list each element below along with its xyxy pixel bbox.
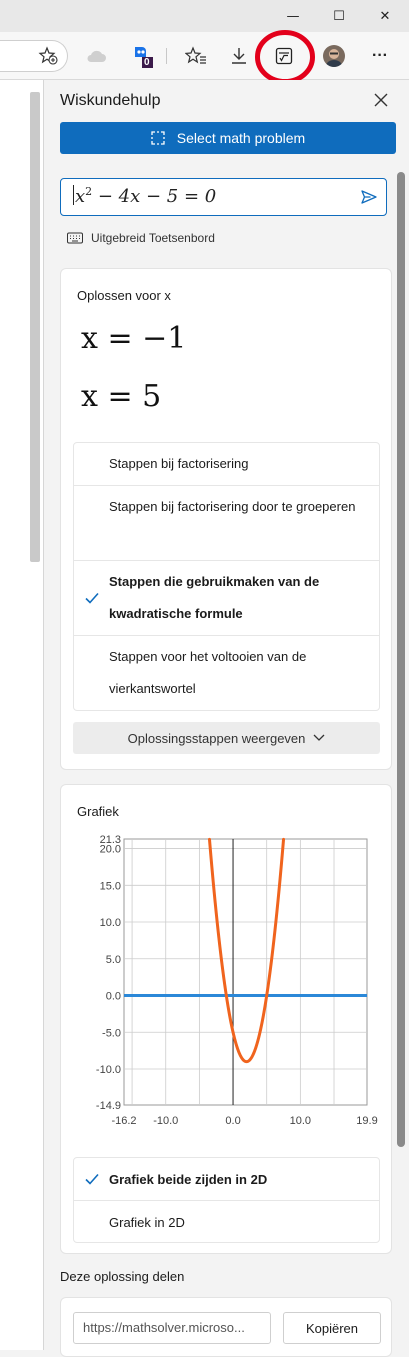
y-tick-label: -10.0: [96, 1064, 121, 1076]
solution-methods-list: Stappen bij factorisering Stappen bij fa…: [73, 442, 380, 711]
keyboard-icon: [67, 232, 83, 244]
solution-1: x = −1: [81, 321, 187, 356]
equation-input[interactable]: x2 − 4x − 5 = 0: [60, 178, 387, 216]
sidebar-title: Wiskundehulp: [60, 92, 161, 109]
add-favorite-icon[interactable]: [32, 40, 64, 72]
page-content-area: [0, 80, 44, 1350]
share-title: Deze oplossing delen: [60, 1269, 185, 1284]
share-url-field[interactable]: https://mathsolver.microso...: [73, 1312, 271, 1344]
show-steps-button[interactable]: Oplossingsstappen weergeven: [73, 722, 380, 754]
graph-plot[interactable]: -16.2 -10.0 0.0 10.0 19.921.320.015.010.05.0…: [61, 785, 393, 1145]
method-label: Stappen voor het voltooien van de vierka…: [109, 649, 307, 696]
cloud-icon[interactable]: [80, 40, 112, 72]
graph-options-list: Grafiek beide zijden in 2D Grafiek in 2D: [73, 1157, 380, 1243]
profile-avatar[interactable]: [318, 40, 350, 72]
text-caret: [73, 185, 74, 205]
graph-option-label: Grafiek in 2D: [109, 1215, 185, 1230]
select-math-problem-label: Select math problem: [176, 130, 306, 146]
equation-variable: x: [75, 186, 86, 207]
equation-rest: − 4x − 5 = 0: [92, 186, 217, 207]
x-tick-label: -16.2: [111, 1115, 136, 1127]
graph-option-both-sides[interactable]: Grafiek beide zijden in 2D: [74, 1158, 379, 1201]
sidebar-header: Wiskundehulp Select math problem: [45, 80, 409, 166]
graph-card: Grafiek -16.2 -10.0 0.0 10.0 19.9 21.3 20.0 15.…: [60, 784, 392, 1254]
checkmark-icon: [84, 590, 100, 606]
checkmark-icon: [84, 1171, 100, 1187]
page-scrollbar[interactable]: [30, 92, 40, 562]
solution-2: x = 5: [81, 379, 162, 414]
copy-button[interactable]: Kopiëren: [283, 1312, 381, 1344]
equation-value[interactable]: x2 − 4x − 5 = 0: [73, 185, 216, 207]
extension-badge: 0: [144, 57, 150, 68]
x-tick-label: 19.9: [356, 1115, 377, 1127]
close-icon[interactable]: [371, 90, 391, 110]
plot-area: [123, 838, 368, 1106]
extended-keyboard-toggle[interactable]: Uitgebreid Toetsenbord: [67, 231, 215, 245]
y-tick-label: -5.0: [102, 1027, 121, 1039]
browser-toolbar: 0 ···: [0, 30, 409, 84]
method-completing-square[interactable]: Stappen voor het voltooien van de vierka…: [74, 636, 379, 711]
chevron-down-icon: [313, 734, 325, 741]
show-steps-label: Oplossingsstappen weergeven: [127, 730, 306, 746]
x-tick-label: -10.0: [153, 1115, 178, 1127]
y-tick-label: 5.0: [106, 954, 121, 966]
method-label: Stappen die gebruikmaken van de kwadrati…: [109, 574, 320, 621]
sidebar-scrollbar[interactable]: [397, 172, 405, 1147]
toolbar-divider: [166, 48, 167, 64]
method-label: Stappen bij factorisering door te groepe…: [109, 499, 356, 514]
y-tick-label: 20.0: [100, 844, 121, 856]
solve-title: Oplossen voor x: [77, 288, 171, 303]
y-tick-label: -14.9: [96, 1100, 121, 1112]
graph-option-2d[interactable]: Grafiek in 2D: [74, 1201, 379, 1244]
graph-option-label: Grafiek beide zijden in 2D: [109, 1172, 268, 1187]
downloads-icon[interactable]: [223, 40, 255, 72]
maximize-button[interactable]: ☐: [316, 0, 362, 32]
extended-keyboard-label: Uitgebreid Toetsenbord: [91, 231, 215, 245]
window-titlebar: — ☐ ✕: [0, 0, 409, 32]
highlight-circle: [255, 30, 315, 84]
solve-card: Oplossen voor x x = −1 x = 5 Stappen bij…: [60, 268, 392, 770]
x-tick-label: 10.0: [290, 1115, 311, 1127]
extension-icon[interactable]: 0: [124, 40, 156, 72]
favorites-icon[interactable]: [180, 40, 212, 72]
more-icon[interactable]: ···: [364, 40, 396, 72]
share-card: https://mathsolver.microso... Kopiëren: [60, 1297, 392, 1357]
x-tick-label: 0.0: [225, 1115, 240, 1127]
y-tick-label: 10.0: [100, 917, 121, 929]
y-tick-label: 0.0: [106, 991, 121, 1003]
method-factoring[interactable]: Stappen bij factorisering: [74, 443, 379, 486]
select-math-problem-button[interactable]: Select math problem: [60, 122, 396, 154]
method-quadratic-formula[interactable]: Stappen die gebruikmaken van de kwadrati…: [74, 561, 379, 636]
y-tick-label: 15.0: [100, 880, 121, 892]
close-window-button[interactable]: ✕: [362, 0, 408, 32]
method-label: Stappen bij factorisering: [109, 456, 249, 471]
send-icon[interactable]: [360, 188, 378, 206]
address-bar[interactable]: [0, 40, 68, 72]
method-factoring-grouping[interactable]: Stappen bij factorisering door te groepe…: [74, 486, 379, 561]
math-solver-sidebar: Wiskundehulp Select math problem x2 − 4x…: [45, 80, 409, 1357]
selection-frame-icon: [151, 131, 165, 145]
